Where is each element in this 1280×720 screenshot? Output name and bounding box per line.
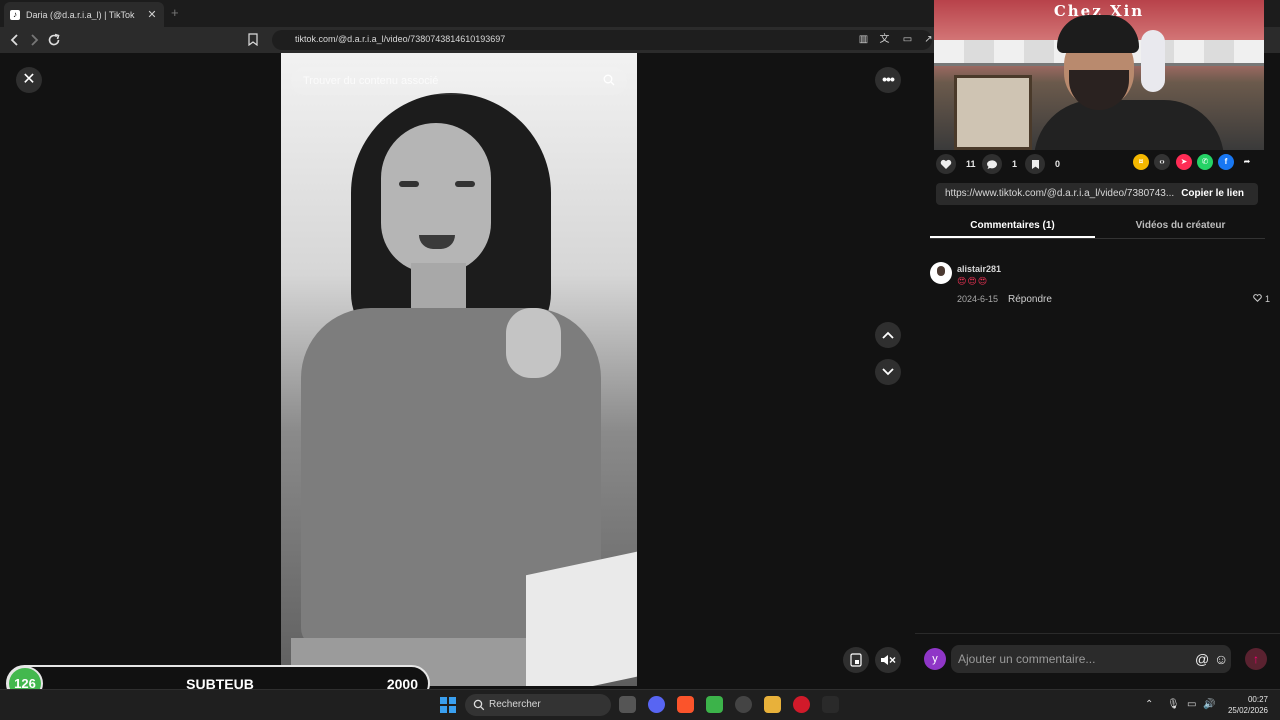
- video-subject-face: [381, 123, 491, 273]
- embed-icon[interactable]: ‹›: [1154, 154, 1170, 170]
- media-player-icon[interactable]: [793, 696, 810, 713]
- comment-composer: y @ ☺ ↑: [915, 633, 1280, 689]
- chevron-up-icon: [882, 331, 894, 339]
- details-panel: 11 1 0 ¤ ‹› ➤ ✆ f ➦ https://www.tiktok.c…: [915, 150, 1280, 689]
- more-options-button[interactable]: •••: [875, 67, 901, 93]
- search-icon[interactable]: [603, 74, 615, 86]
- comment-count: 1: [1012, 159, 1018, 169]
- obs-icon[interactable]: [735, 696, 752, 713]
- related-search-bar[interactable]: Trouver du contenu associé: [291, 67, 627, 95]
- streamer-cap: [1057, 15, 1139, 53]
- close-video-button[interactable]: ✕: [16, 67, 42, 93]
- bookmark-save-icon[interactable]: [1025, 154, 1045, 174]
- whatsapp-icon[interactable]: ✆: [1197, 154, 1213, 170]
- coin-icon[interactable]: ¤: [1133, 154, 1149, 170]
- share-link-row: https://www.tiktok.com/@d.a.r.i.a_l/vide…: [936, 183, 1258, 205]
- comment-text: 😍😍😍: [957, 276, 989, 286]
- mute-button[interactable]: [875, 647, 901, 673]
- comment-date: 2024-6-15: [957, 294, 999, 304]
- windows-start-icon[interactable]: [440, 697, 456, 713]
- heart-outline-icon: [1253, 294, 1263, 302]
- send-comment-button[interactable]: ↑: [1245, 648, 1267, 670]
- bookmark-icon[interactable]: [248, 33, 258, 46]
- streaming-app-icon[interactable]: [822, 696, 839, 713]
- chevron-down-icon: [882, 368, 894, 376]
- emoji-icon[interactable]: ☺: [1214, 650, 1228, 668]
- shop-door: [954, 75, 1032, 150]
- video-subject-hand: [506, 308, 561, 378]
- cast-icon[interactable]: ▭: [901, 34, 914, 46]
- floating-player-button[interactable]: [843, 647, 869, 673]
- tab-comments[interactable]: Commentaires (1): [930, 220, 1095, 231]
- share-link-text[interactable]: https://www.tiktok.com/@d.a.r.i.a_l/vide…: [945, 188, 1175, 199]
- headphones: [1141, 30, 1165, 92]
- clock-time: 00:27: [1247, 695, 1268, 704]
- comment-stat[interactable]: 1: [982, 154, 1017, 174]
- streamer-body: [1034, 100, 1224, 150]
- discord-icon[interactable]: [648, 696, 665, 713]
- clock-date: 25/02/2026: [1227, 706, 1268, 715]
- tab-creator-videos[interactable]: Vidéos du créateur: [1098, 220, 1263, 231]
- muted-speaker-icon: [881, 655, 896, 665]
- reload-icon[interactable]: [45, 31, 63, 49]
- active-tab-indicator: [930, 236, 1095, 238]
- brave-icon[interactable]: [677, 696, 694, 713]
- browser-tab[interactable]: ♪ Daria (@d.a.r.i.a_l) | TikTok ✕: [4, 2, 164, 27]
- comment-like-count: 1: [1264, 294, 1270, 304]
- video-background-box: [526, 550, 637, 686]
- save-stat[interactable]: 0: [1025, 154, 1060, 174]
- next-video-button[interactable]: [875, 359, 901, 385]
- share-arrow-icon[interactable]: ➦: [1239, 154, 1255, 170]
- tray-chevron-icon[interactable]: ⌃: [1145, 699, 1153, 710]
- copy-link-button[interactable]: Copier le lien: [1181, 188, 1244, 199]
- back-icon[interactable]: [6, 31, 24, 49]
- tiktok-icon: ♪: [10, 9, 20, 20]
- video-player[interactable]: Trouver du contenu associé: [281, 53, 637, 686]
- related-search-placeholder: Trouver du contenu associé: [303, 75, 439, 87]
- like-count: 11: [966, 159, 976, 169]
- heart-icon[interactable]: [936, 154, 956, 174]
- system-clock[interactable]: 00:27 25/02/2026: [1222, 694, 1268, 716]
- taskbar-search-label: Rechercher: [489, 699, 541, 710]
- video-stage: ✕ Trouver du contenu associé •••: [0, 53, 915, 689]
- forward-icon[interactable]: [25, 31, 43, 49]
- save-count: 0: [1055, 159, 1061, 169]
- microphone-icon[interactable]: 🎙: [1167, 699, 1180, 710]
- volume-icon[interactable]: 🔊: [1203, 699, 1215, 710]
- pip-icon: [850, 653, 862, 667]
- close-tab-icon[interactable]: ✕: [146, 8, 158, 21]
- comment-input[interactable]: [951, 645, 1231, 673]
- tab-title: Daria (@d.a.r.i.a_l) | TikTok: [26, 9, 135, 20]
- reply-button[interactable]: Répondre: [1008, 294, 1052, 305]
- windows-taskbar: Rechercher ⌃ 🎙 ▭ 🔊 00:27 25/02/2026: [0, 689, 1280, 720]
- reader-icon[interactable]: ▥: [857, 34, 870, 46]
- mention-icon[interactable]: @: [1195, 650, 1209, 668]
- task-view-icon[interactable]: [619, 696, 636, 713]
- send-to-friends-icon[interactable]: ➤: [1176, 154, 1192, 170]
- video-subject-eye: [399, 181, 419, 187]
- taskbar-search[interactable]: Rechercher: [465, 694, 611, 716]
- address-bar[interactable]: tiktok.com/@d.a.r.i.a_l/video/7380743814…: [272, 30, 932, 50]
- network-icon[interactable]: ▭: [1187, 699, 1196, 710]
- comment-item: alistair281 😍😍😍 2024-6-15 Répondre 1: [930, 262, 1270, 312]
- avatar[interactable]: [930, 262, 952, 284]
- video-subject-eye: [455, 181, 475, 187]
- like-stat[interactable]: 11: [936, 154, 976, 174]
- streamer-webcam: Chez Xin Plats a...: [934, 0, 1264, 150]
- notes-app-icon[interactable]: [706, 696, 723, 713]
- bluestacks-icon[interactable]: [764, 696, 781, 713]
- my-avatar: y: [924, 648, 946, 670]
- new-tab-button[interactable]: +: [171, 5, 179, 20]
- comment-username[interactable]: alistair281: [957, 264, 1001, 274]
- address-text: tiktok.com/@d.a.r.i.a_l/video/7380743814…: [295, 34, 506, 44]
- comment-like[interactable]: 1: [1253, 294, 1270, 304]
- panel-tabs: Commentaires (1) Vidéos du créateur: [930, 212, 1265, 239]
- search-icon: [473, 699, 485, 711]
- facebook-icon[interactable]: f: [1218, 154, 1234, 170]
- comment-bubble-icon[interactable]: [982, 154, 1002, 174]
- previous-video-button[interactable]: [875, 322, 901, 348]
- translate-icon[interactable]: 文: [878, 34, 891, 46]
